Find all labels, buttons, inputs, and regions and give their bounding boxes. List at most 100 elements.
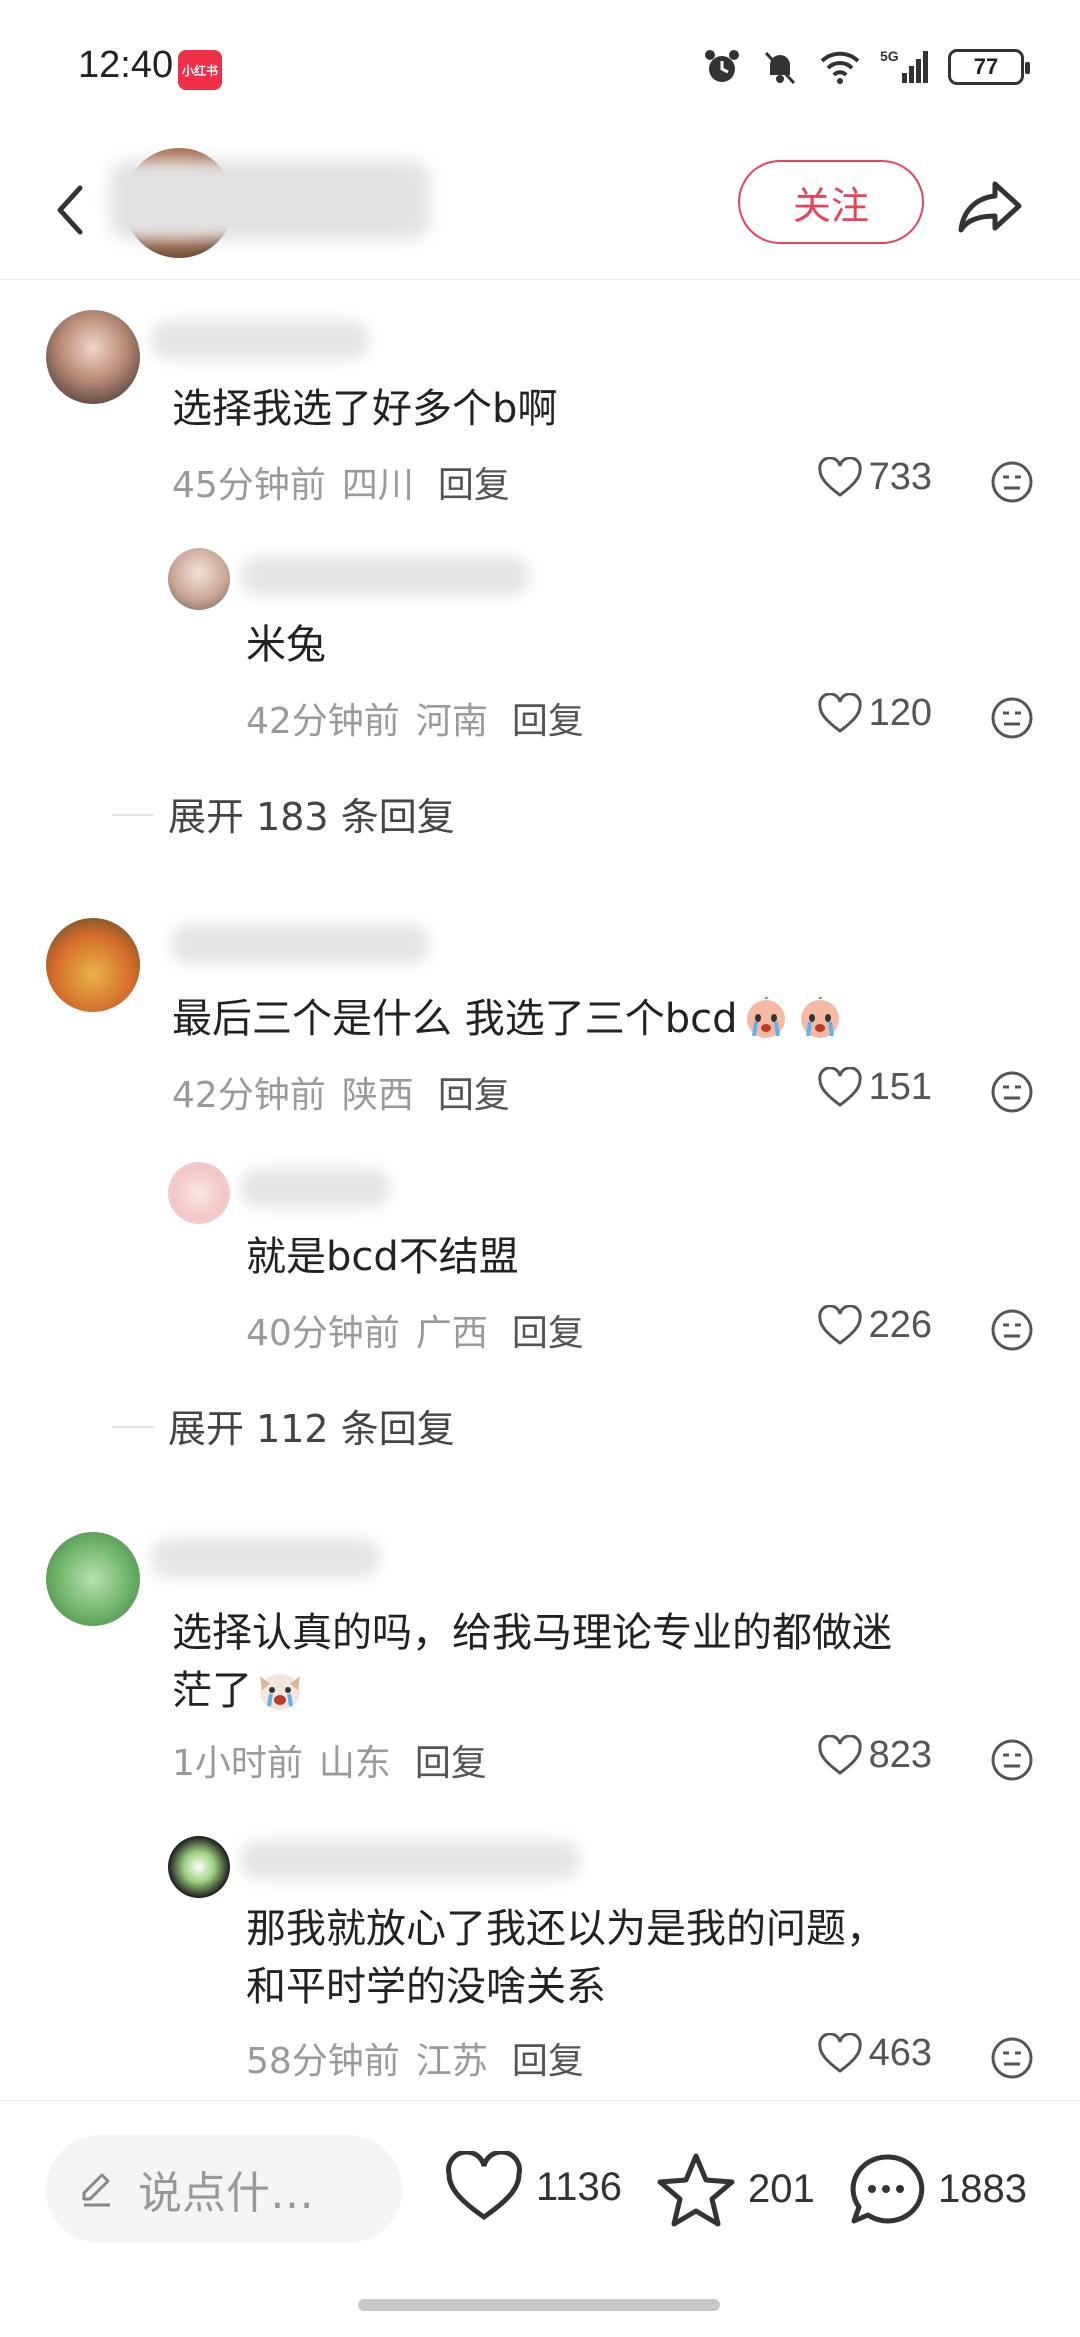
bottom-action-bar: 说点什… 1136 201 1883 bbox=[0, 2100, 1080, 2337]
reply-meta: 58分钟前 江苏 回复 bbox=[246, 2032, 584, 2084]
post-header: 关注 bbox=[0, 140, 1080, 280]
reply-avatar[interactable] bbox=[168, 1162, 230, 1224]
mute-bell-icon bbox=[764, 51, 796, 85]
status-time: 12:40 bbox=[78, 44, 174, 86]
reply-text-line: 那我就放心了我还以为是我的问题， bbox=[246, 1906, 886, 1952]
comment-input-placeholder: 说点什… bbox=[138, 2168, 314, 2219]
like-button[interactable]: 151 bbox=[817, 1066, 932, 1109]
comment-text-line: 茫了 bbox=[172, 1662, 1032, 1720]
comment-time: 42分钟前 bbox=[172, 1075, 326, 1116]
author-name-redacted bbox=[110, 160, 430, 240]
comment-location: 山东 bbox=[318, 1743, 391, 1784]
like-button[interactable]: 463 bbox=[817, 2032, 932, 2075]
share-icon bbox=[958, 181, 1022, 233]
back-button[interactable] bbox=[40, 170, 100, 250]
reply-time: 58分钟前 bbox=[246, 2041, 400, 2082]
crying-emoji-icon bbox=[746, 996, 785, 1038]
battery-indicator: 77 bbox=[948, 49, 1030, 85]
emoji-react-icon[interactable] bbox=[990, 1308, 1034, 1352]
like-count: 823 bbox=[868, 1734, 932, 1776]
reply-meta: 40分钟前 广西 回复 bbox=[246, 1304, 584, 1356]
comment-meta: 42分钟前 陕西 回复 bbox=[172, 1066, 510, 1118]
comment-post-button[interactable]: 1883 bbox=[846, 2151, 1027, 2227]
expand-replies-button[interactable]: 展开 183 条回复 bbox=[112, 786, 455, 841]
comment-bubble-icon bbox=[850, 2154, 925, 2224]
commenter-name-redacted bbox=[150, 320, 370, 360]
comment-text: 最后三个是什么 我选了三个bcd bbox=[172, 990, 846, 1048]
like-post-button[interactable]: 1136 bbox=[444, 2151, 622, 2223]
reply-name-redacted bbox=[240, 1840, 580, 1880]
comment-meta: 45分钟前 四川 回复 bbox=[172, 456, 510, 508]
chevron-left-icon bbox=[57, 185, 83, 235]
reply-button[interactable]: 回复 bbox=[415, 1734, 487, 1786]
wifi-icon bbox=[820, 51, 860, 84]
reply-avatar[interactable] bbox=[168, 1836, 230, 1898]
comment-time: 1小时前 bbox=[172, 1743, 303, 1784]
emoji-react-icon[interactable] bbox=[990, 1738, 1034, 1782]
reply-button[interactable]: 回复 bbox=[512, 1304, 584, 1356]
crying-dog-emoji-icon bbox=[260, 1674, 300, 1710]
comment-location: 四川 bbox=[341, 465, 414, 506]
reply-text: 米兔 bbox=[246, 622, 326, 668]
post-comment-count: 1883 bbox=[938, 2166, 1027, 2211]
like-count: 151 bbox=[868, 1066, 932, 1108]
app-badge: 小红书 bbox=[178, 50, 222, 90]
heart-icon bbox=[446, 2151, 522, 2221]
comment-time: 45分钟前 bbox=[172, 465, 326, 506]
comment-text: 选择我选了好多个b啊 bbox=[172, 386, 558, 432]
status-icons: 5G 77 bbox=[702, 44, 1030, 90]
expand-replies-button[interactable]: 展开 112 条回复 bbox=[112, 1398, 455, 1453]
crying-emoji-icon bbox=[800, 996, 839, 1038]
heart-icon bbox=[817, 2032, 862, 2073]
commenter-name-redacted bbox=[170, 924, 430, 964]
reply-name-redacted bbox=[240, 556, 530, 596]
comment-location: 陕西 bbox=[341, 1075, 414, 1116]
comment-text-body: 最后三个是什么 我选了三个bcd bbox=[172, 996, 738, 1042]
emoji-react-icon[interactable] bbox=[990, 1070, 1034, 1114]
reply-meta: 42分钟前 河南 回复 bbox=[246, 692, 584, 744]
reply-location: 广西 bbox=[415, 1313, 488, 1354]
commenter-avatar[interactable] bbox=[46, 310, 140, 404]
reply-time: 40分钟前 bbox=[246, 1313, 400, 1354]
emoji-react-icon[interactable] bbox=[990, 696, 1034, 740]
like-button[interactable]: 120 bbox=[817, 692, 932, 735]
reply-button[interactable]: 回复 bbox=[438, 456, 510, 508]
like-count: 226 bbox=[868, 1304, 932, 1346]
like-button[interactable]: 823 bbox=[817, 1734, 932, 1777]
like-count: 120 bbox=[868, 692, 932, 734]
home-indicator[interactable] bbox=[358, 2299, 720, 2311]
signal-icon: 5G bbox=[880, 48, 928, 83]
commenter-name-redacted bbox=[150, 1538, 380, 1578]
post-like-count: 1136 bbox=[536, 2164, 623, 2209]
pencil-icon bbox=[82, 2173, 110, 2207]
like-button[interactable]: 733 bbox=[817, 456, 932, 499]
comment-input[interactable]: 说点什… bbox=[46, 2135, 402, 2243]
comment-meta: 1小时前 山东 回复 bbox=[172, 1734, 487, 1786]
star-icon bbox=[657, 2153, 735, 2227]
post-collect-count: 201 bbox=[748, 2166, 815, 2211]
emoji-react-icon[interactable] bbox=[990, 460, 1034, 504]
heart-icon bbox=[817, 1734, 862, 1775]
reply-text-line: 和平时学的没啥关系 bbox=[246, 1964, 606, 2010]
heart-icon bbox=[817, 456, 862, 497]
reply-avatar[interactable] bbox=[168, 548, 230, 610]
follow-button[interactable]: 关注 bbox=[738, 160, 924, 244]
heart-icon bbox=[817, 1304, 862, 1345]
collect-post-button[interactable]: 201 bbox=[656, 2151, 815, 2227]
comment-text-line: 选择认真的吗，给我马理论专业的都做迷 bbox=[172, 1610, 892, 1656]
emoji-react-icon[interactable] bbox=[990, 2036, 1034, 2080]
alarm-icon bbox=[705, 50, 739, 82]
reply-button[interactable]: 回复 bbox=[512, 692, 584, 744]
commenter-avatar[interactable] bbox=[46, 1532, 140, 1626]
share-button[interactable] bbox=[950, 166, 1030, 246]
reply-button[interactable]: 回复 bbox=[512, 2032, 584, 2084]
like-button[interactable]: 226 bbox=[817, 1304, 932, 1347]
heart-icon bbox=[817, 692, 862, 733]
reply-text: 就是bcd不结盟 bbox=[246, 1234, 519, 1280]
reply-button[interactable]: 回复 bbox=[438, 1066, 510, 1118]
comment-text: 选择认真的吗，给我马理论专业的都做迷 茫了 bbox=[172, 1604, 1032, 1720]
commenter-avatar[interactable] bbox=[46, 918, 140, 1012]
reply-location: 河南 bbox=[415, 701, 488, 742]
like-count: 733 bbox=[868, 456, 932, 498]
reply-name-redacted bbox=[240, 1168, 390, 1208]
